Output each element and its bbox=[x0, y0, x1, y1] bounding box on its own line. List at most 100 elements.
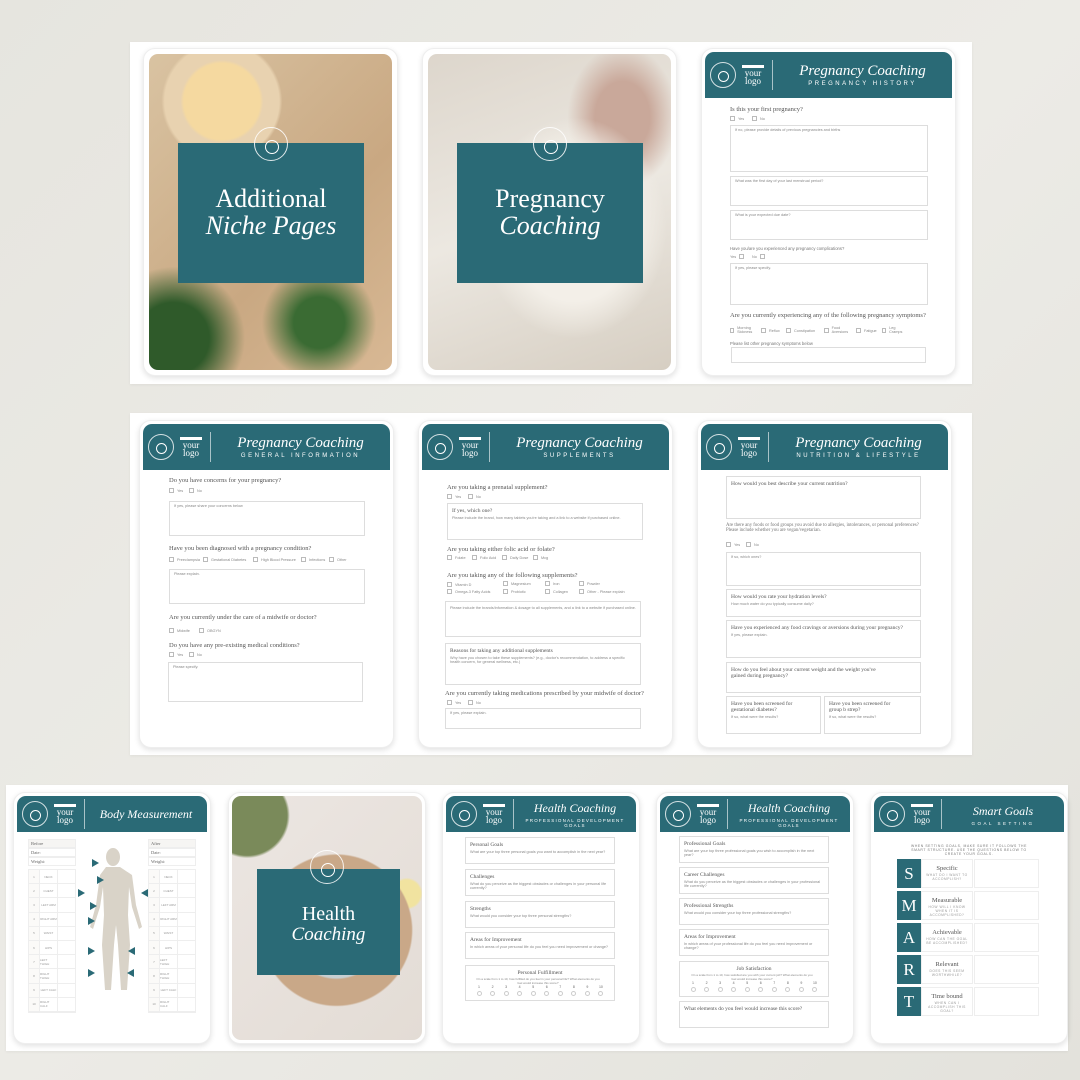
textarea-goal[interactable]: Areas for Improvement In which areas of y… bbox=[679, 929, 829, 956]
radio-circle-icon[interactable] bbox=[758, 987, 764, 992]
checkbox-no[interactable]: No bbox=[468, 700, 481, 705]
textarea-increase-score[interactable]: What elements do you feel would increase… bbox=[679, 1001, 829, 1028]
measurement-input[interactable] bbox=[178, 898, 195, 912]
page-personal-goals[interactable]: your logo Health Coaching PROFESSIONAL DEV… bbox=[442, 792, 640, 1044]
measurement-input[interactable] bbox=[58, 955, 75, 969]
measurement-input[interactable] bbox=[58, 870, 75, 884]
page-nutrition-lifestyle[interactable]: your logo Pregnancy Coaching NUTRITION & L… bbox=[697, 420, 952, 748]
radio-circle-icon[interactable] bbox=[704, 987, 710, 992]
measurement-input[interactable] bbox=[178, 926, 195, 940]
rating-option[interactable]: 10 bbox=[810, 981, 820, 992]
checkbox-yes[interactable]: Yes bbox=[169, 652, 183, 657]
radio-circle-icon[interactable] bbox=[771, 987, 777, 992]
rating-option[interactable]: 5 bbox=[528, 985, 538, 996]
measurement-input[interactable] bbox=[58, 997, 75, 1011]
checkbox-supplement[interactable]: Omega-3 Fatty Acids bbox=[447, 589, 490, 594]
checkbox-symptom[interactable]: Leg Cramps bbox=[882, 326, 904, 334]
checkbox-supplement[interactable]: Powder bbox=[579, 581, 600, 586]
checkbox-folic[interactable]: Folic Acid bbox=[472, 555, 496, 560]
measurement-input[interactable] bbox=[178, 884, 195, 898]
smart-answer-input[interactable] bbox=[974, 955, 1039, 984]
checkbox-symptom[interactable]: Fatigue bbox=[856, 328, 877, 333]
checkbox-no[interactable]: No bbox=[752, 254, 768, 259]
radio-circle-icon[interactable] bbox=[798, 987, 804, 992]
textarea-goal[interactable]: Personal Goals What are your top three pe… bbox=[465, 837, 615, 864]
page-general-information[interactable]: your logo Pregnancy Coaching GENERAL INFOR… bbox=[139, 420, 394, 748]
checkbox-folic[interactable]: Daily Dose bbox=[502, 555, 528, 560]
page-body-measurement[interactable]: your logo Body Measurement Before Date: W… bbox=[13, 792, 211, 1044]
radio-circle-icon[interactable] bbox=[598, 991, 604, 996]
radio-circle-icon[interactable] bbox=[812, 987, 818, 992]
textarea-goal[interactable]: Areas for Improvement In which areas of y… bbox=[465, 932, 615, 959]
radio-circle-icon[interactable] bbox=[785, 987, 791, 992]
checkbox-condition[interactable]: Preeclampsia bbox=[169, 557, 200, 562]
measurement-input[interactable] bbox=[178, 912, 195, 926]
radio-circle-icon[interactable] bbox=[517, 991, 523, 996]
checkbox-supplement[interactable]: Probiotic bbox=[503, 589, 526, 594]
radio-circle-icon[interactable] bbox=[717, 987, 723, 992]
measurement-input[interactable] bbox=[178, 997, 195, 1011]
page-professional-goals[interactable]: your logo Health Coaching PROFESSIONAL DEV… bbox=[656, 792, 854, 1044]
textarea-cravings[interactable]: Have you experienced any food cravings o… bbox=[726, 620, 921, 658]
page-smart-goals[interactable]: your logo Smart Goals GOAL SETTING WHEN SE… bbox=[870, 792, 1068, 1044]
textarea-due-date[interactable]: What is your expected due date? bbox=[730, 210, 928, 240]
checkbox-supplement[interactable]: Iron bbox=[545, 581, 560, 586]
page-pregnancy-history[interactable]: your logo Pregnancy Coaching PREGNANCY HIS… bbox=[701, 48, 956, 376]
checkbox-supplement[interactable]: Vitamin D bbox=[447, 582, 471, 587]
rating-option[interactable]: 8 bbox=[569, 985, 579, 996]
rating-option[interactable]: 6 bbox=[756, 981, 766, 992]
measurement-input[interactable] bbox=[58, 926, 75, 940]
page-supplements[interactable]: your logo Pregnancy Coaching SUPPLEMENTS A… bbox=[418, 420, 673, 748]
input-after-weight[interactable]: Weight: bbox=[148, 857, 196, 866]
rating-option[interactable]: 9 bbox=[582, 985, 592, 996]
textarea-goal[interactable]: Strengths What would you consider your to… bbox=[465, 901, 615, 928]
checkbox-condition[interactable]: Other bbox=[329, 557, 347, 562]
input-before-date[interactable]: Date: bbox=[28, 848, 76, 857]
checkbox-condition[interactable]: Infections bbox=[301, 557, 325, 562]
textarea-supplement-details[interactable]: Please include the brands/information & … bbox=[445, 601, 641, 637]
rating-option[interactable]: 1 bbox=[474, 985, 484, 996]
radio-circle-icon[interactable] bbox=[744, 987, 750, 992]
checkbox-midwife[interactable]: Midwife bbox=[169, 628, 190, 633]
rating-option[interactable]: 3 bbox=[715, 981, 725, 992]
rating-option[interactable]: 1 bbox=[688, 981, 698, 992]
checkbox-supplement[interactable]: Other - Please explain bbox=[579, 589, 625, 594]
textarea-goal[interactable]: Professional Strengths What would you con… bbox=[679, 898, 829, 925]
smart-answer-input[interactable] bbox=[974, 891, 1039, 920]
checkbox-no[interactable]: No bbox=[189, 652, 202, 657]
textarea-goal[interactable]: Challenges What do you perceive as the bi… bbox=[465, 869, 615, 896]
rating-option[interactable]: 6 bbox=[542, 985, 552, 996]
measurement-input[interactable] bbox=[58, 884, 75, 898]
rating-option[interactable]: 7 bbox=[769, 981, 779, 992]
measurement-input[interactable] bbox=[58, 898, 75, 912]
checkbox-yes[interactable]: Yes bbox=[730, 116, 744, 121]
measurement-input[interactable] bbox=[58, 912, 75, 926]
cover-health-coaching[interactable]: Health Coaching bbox=[228, 792, 426, 1044]
input-before-weight[interactable]: Weight: bbox=[28, 857, 76, 866]
smart-answer-input[interactable] bbox=[974, 987, 1039, 1016]
checkbox-symptom[interactable]: Morning Sickness bbox=[730, 326, 758, 334]
textarea-medications[interactable]: If yes, please explain. bbox=[445, 708, 641, 729]
checkbox-no[interactable]: No bbox=[746, 542, 759, 547]
rating-option[interactable]: 7 bbox=[555, 985, 565, 996]
checkbox-condition[interactable]: High Blood Pressure bbox=[253, 557, 296, 562]
measurement-input[interactable] bbox=[58, 969, 75, 983]
textarea-hydration[interactable]: How would you rate your hydration levels… bbox=[726, 589, 921, 617]
checkbox-obgyn[interactable]: OBGYN bbox=[199, 628, 221, 633]
checkbox-yes[interactable]: Yes bbox=[447, 494, 461, 499]
measurement-input[interactable] bbox=[58, 940, 75, 955]
checkbox-symptom[interactable]: Reflux bbox=[761, 328, 780, 333]
radio-circle-icon[interactable] bbox=[731, 987, 737, 992]
radio-circle-icon[interactable] bbox=[690, 987, 696, 992]
textarea-prenatal[interactable]: If yes, which one? Please include the bra… bbox=[447, 503, 643, 540]
measurement-input[interactable] bbox=[178, 870, 195, 884]
checkbox-yes[interactable]: Yes bbox=[169, 488, 183, 493]
cover-pregnancy-coaching[interactable]: Pregnancy Coaching bbox=[422, 48, 677, 376]
measurement-input[interactable] bbox=[178, 955, 195, 969]
textarea-specify[interactable]: Please specify. bbox=[168, 662, 363, 702]
measurement-input[interactable] bbox=[178, 983, 195, 997]
textarea-previous-pregnancies[interactable]: If no, please provide details of previou… bbox=[730, 125, 928, 172]
checkbox-symptom[interactable]: Food Aversions bbox=[824, 326, 854, 334]
checkbox-yes[interactable]: Yes bbox=[730, 254, 747, 259]
textarea-concerns[interactable]: If yes, please share your concerns below bbox=[169, 501, 365, 536]
